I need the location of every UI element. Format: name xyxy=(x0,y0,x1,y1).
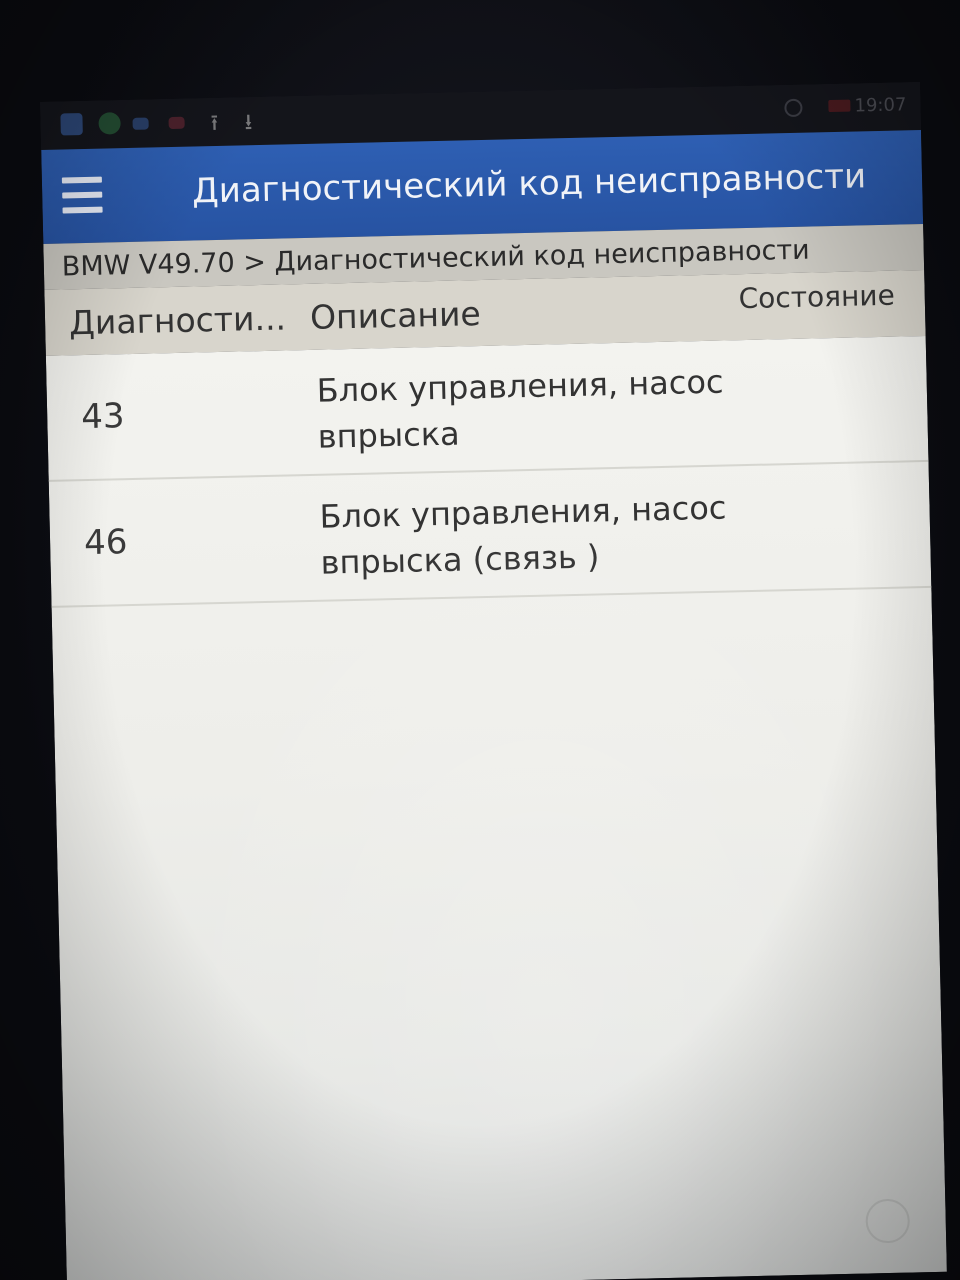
menu-line xyxy=(62,206,103,214)
photo-background: ⭱ ⭳ 19:07 Диагностический код неисправно… xyxy=(0,0,960,1280)
dtc-description: Блок управления, насос впрыска (связь ) xyxy=(319,488,727,582)
download-icon: ⭳ xyxy=(244,110,253,136)
app-icon xyxy=(60,113,83,136)
page-title: Диагностический код неисправности xyxy=(191,156,867,212)
dtc-description: Блок управления, насос впрыска xyxy=(316,362,724,456)
table-body: 43 Блок управления, насос впрыска 46 Бло… xyxy=(45,335,947,1280)
device-screen: ⭱ ⭳ 19:07 Диагностический код неисправно… xyxy=(40,82,947,1280)
mail-icon xyxy=(168,116,185,130)
browser-icon xyxy=(98,112,121,135)
menu-line xyxy=(61,176,102,184)
sync-icon xyxy=(784,98,803,118)
message-icon xyxy=(132,117,149,130)
hamburger-menu-icon[interactable] xyxy=(61,173,105,218)
column-header-code[interactable]: Диагности... xyxy=(69,298,287,342)
upload-icon: ⭱ xyxy=(210,110,219,137)
column-header-state[interactable]: Состояние xyxy=(738,279,895,316)
dtc-code: 43 xyxy=(80,396,125,438)
table-row[interactable]: 46 Блок управления, насос впрыска (связь… xyxy=(48,461,932,608)
menu-line xyxy=(62,191,103,199)
table-row[interactable]: 43 Блок управления, насос впрыска xyxy=(45,335,929,482)
help-icon[interactable] xyxy=(865,1198,911,1244)
column-header-description[interactable]: Описание xyxy=(310,294,482,337)
dtc-code: 46 xyxy=(83,522,128,564)
battery-icon xyxy=(828,99,851,113)
status-time: 19:07 xyxy=(854,94,907,117)
